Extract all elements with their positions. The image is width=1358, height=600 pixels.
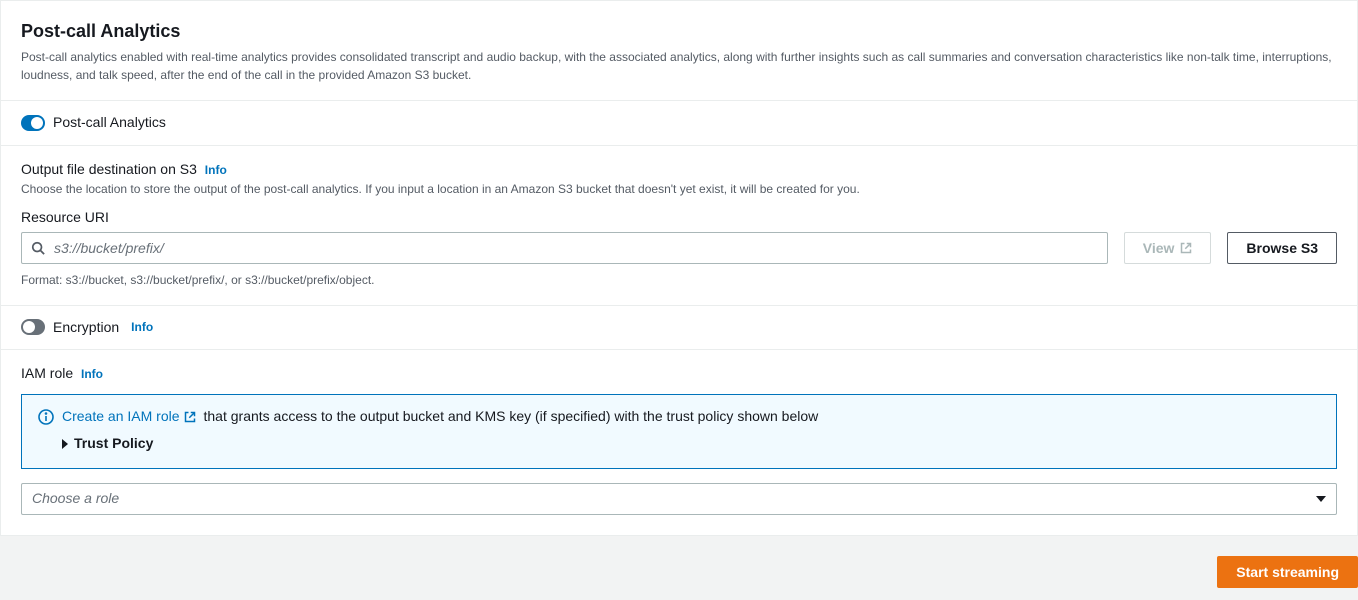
iam-label: IAM role Info bbox=[21, 364, 1337, 384]
search-icon bbox=[31, 241, 45, 255]
iam-role-select[interactable]: Choose a role bbox=[21, 483, 1337, 515]
output-dest-label: Output file destination on S3 Info bbox=[21, 160, 1337, 180]
external-link-icon bbox=[184, 411, 196, 423]
analytics-toggle-row: Post-call Analytics bbox=[1, 101, 1357, 146]
iam-section: IAM role Info Create an IAM role bbox=[1, 350, 1357, 535]
info-icon bbox=[38, 409, 54, 425]
panel-header: Post-call Analytics Post-call analytics … bbox=[1, 1, 1357, 101]
browse-s3-button[interactable]: Browse S3 bbox=[1227, 232, 1337, 264]
panel-description: Post-call analytics enabled with real-ti… bbox=[21, 48, 1337, 84]
output-dest-label-text: Output file destination on S3 bbox=[21, 161, 197, 177]
encryption-toggle[interactable] bbox=[21, 319, 45, 335]
caret-right-icon bbox=[62, 439, 68, 449]
view-button[interactable]: View bbox=[1124, 232, 1212, 264]
analytics-toggle-label: Post-call Analytics bbox=[53, 113, 166, 133]
encryption-row: Encryption Info bbox=[1, 306, 1357, 351]
resource-uri-wrap bbox=[21, 232, 1108, 264]
post-call-analytics-panel: Post-call Analytics Post-call analytics … bbox=[0, 0, 1358, 536]
chevron-down-icon bbox=[1316, 496, 1326, 502]
iam-label-text: IAM role bbox=[21, 365, 73, 381]
output-dest-hint: Choose the location to store the output … bbox=[21, 181, 1337, 198]
output-destination-section: Output file destination on S3 Info Choos… bbox=[1, 146, 1357, 306]
panel-title: Post-call Analytics bbox=[21, 19, 1337, 44]
view-button-label: View bbox=[1143, 240, 1175, 256]
format-note: Format: s3://bucket, s3://bucket/prefix/… bbox=[21, 272, 1337, 289]
create-iam-role-suffix: that grants access to the output bucket … bbox=[204, 407, 819, 427]
resource-uri-input[interactable] bbox=[21, 232, 1108, 264]
iam-info-alert: Create an IAM role that grants access to… bbox=[21, 394, 1337, 469]
trust-policy-toggle[interactable]: Trust Policy bbox=[62, 434, 1320, 454]
analytics-toggle[interactable] bbox=[21, 115, 45, 131]
start-streaming-button[interactable]: Start streaming bbox=[1217, 556, 1358, 588]
create-iam-role-link[interactable]: Create an IAM role bbox=[62, 407, 196, 427]
output-dest-info-link[interactable]: Info bbox=[205, 163, 227, 177]
encryption-label: Encryption bbox=[53, 318, 119, 338]
encryption-info-link[interactable]: Info bbox=[131, 319, 153, 336]
external-link-icon bbox=[1180, 242, 1192, 254]
iam-info-link[interactable]: Info bbox=[81, 367, 103, 381]
trust-policy-label: Trust Policy bbox=[74, 434, 153, 454]
create-iam-role-link-text: Create an IAM role bbox=[62, 407, 180, 427]
resource-uri-row: View Browse S3 bbox=[21, 232, 1337, 264]
resource-uri-label: Resource URI bbox=[21, 208, 1337, 228]
iam-role-select-placeholder: Choose a role bbox=[32, 489, 119, 509]
alert-row: Create an IAM role that grants access to… bbox=[38, 407, 1320, 427]
footer: Start streaming bbox=[0, 556, 1358, 600]
